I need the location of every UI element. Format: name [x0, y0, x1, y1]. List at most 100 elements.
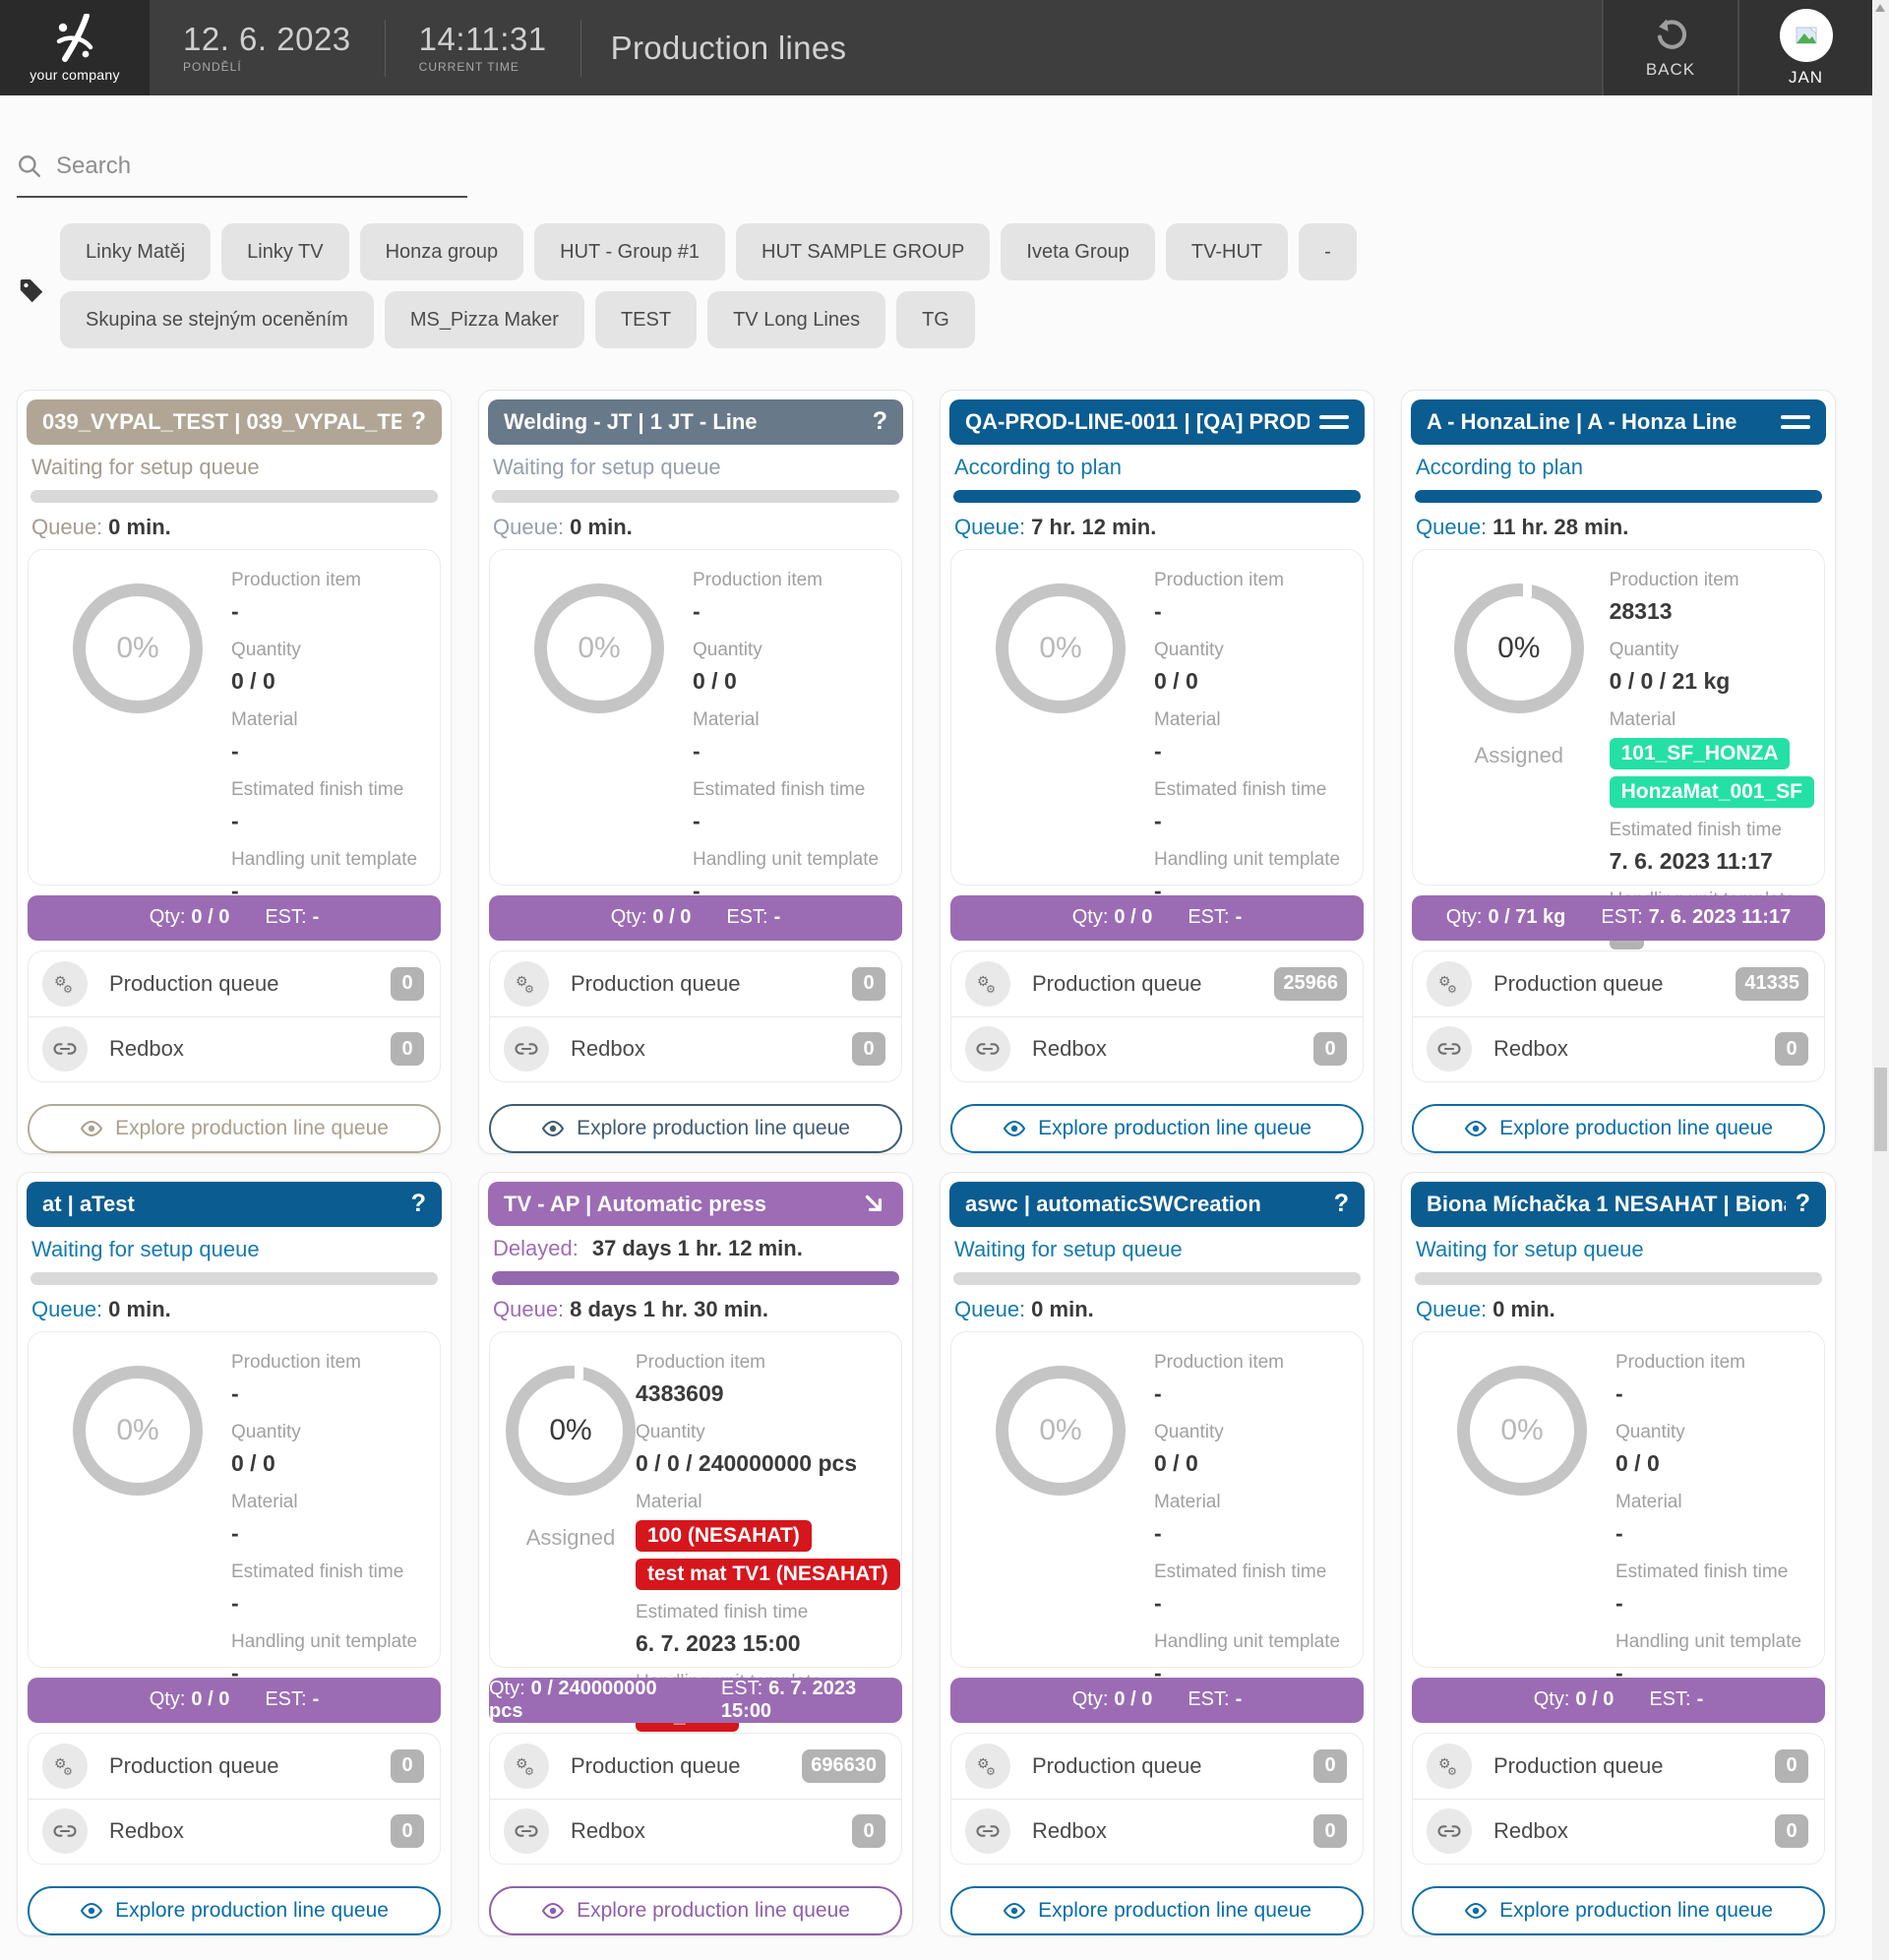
field-value: 0 / 0: [693, 668, 891, 695]
explore-queue-button[interactable]: Explore production line queue: [28, 1886, 441, 1935]
queue-row-production-queue[interactable]: ⚙⚙Production queue696630: [490, 1734, 901, 1799]
queue-time-line: Queue:11 hr. 28 min.: [1416, 515, 1821, 540]
card-header[interactable]: 039_VYPAL_TEST | 039_VYPAL_TEST?: [27, 399, 442, 445]
menu-icon[interactable]: [1319, 415, 1349, 429]
queue-row-redbox[interactable]: Redbox0: [951, 1016, 1363, 1081]
tag-chip[interactable]: TEST: [595, 291, 697, 348]
tag-chip[interactable]: TV Long Lines: [707, 291, 885, 348]
tag-chip[interactable]: HUT - Group #1: [534, 223, 725, 280]
field-label: Production item: [1610, 570, 1814, 591]
tag-chip[interactable]: TV-HUT: [1166, 223, 1288, 280]
field-value: -: [231, 1520, 430, 1547]
status-label: Waiting for setup queue: [1416, 1237, 1644, 1262]
queue-row-redbox[interactable]: Redbox0: [951, 1799, 1363, 1864]
field-label: Estimated finish time: [1154, 779, 1353, 801]
card-title: QA-PROD-LINE-0011 | [QA] PROD. LINE ...: [965, 409, 1310, 435]
scrollbar-up-arrow[interactable]: [1875, 4, 1885, 12]
help-icon[interactable]: ?: [873, 407, 887, 436]
tag-chip[interactable]: Skupina se stejným oceněním: [60, 291, 374, 348]
eye-icon: [1003, 1117, 1026, 1140]
menu-icon[interactable]: [1781, 415, 1810, 429]
queue-row-redbox[interactable]: Redbox0: [29, 1799, 440, 1864]
vertical-scrollbar[interactable]: [1872, 0, 1889, 1960]
field-estimated-finish: Estimated finish time-: [1154, 1562, 1353, 1631]
card-header[interactable]: aswc | automaticSWCreation?: [949, 1182, 1365, 1227]
tag-chip[interactable]: MS_Pizza Maker: [385, 291, 584, 348]
tag-chip[interactable]: Linky Matěj: [60, 223, 211, 280]
explore-queue-button[interactable]: Explore production line queue: [28, 1104, 441, 1153]
queue-row-production-queue[interactable]: ⚙⚙Production queue0: [490, 951, 901, 1016]
svg-text:⚙: ⚙: [63, 1766, 73, 1778]
user-menu[interactable]: JAN: [1737, 0, 1872, 95]
card-header[interactable]: Biona Míchačka 1 NESAHAT | Biona - Míc..…: [1411, 1182, 1826, 1227]
queue-row-redbox[interactable]: Redbox0: [490, 1016, 901, 1081]
help-icon[interactable]: ?: [411, 1190, 426, 1218]
queue-row-label: Redbox: [571, 1036, 830, 1062]
time-block: 14:11:31 CURRENT TIME: [386, 0, 580, 95]
explore-queue-label: Explore production line queue: [115, 1117, 389, 1140]
tag-chip[interactable]: TG: [896, 291, 975, 348]
redbox-icon-circle: [42, 1808, 88, 1854]
back-label: BACK: [1646, 60, 1695, 80]
production-line-card: Welding - JT | 1 JT - Line?Waiting for s…: [478, 390, 913, 1154]
explore-queue-button[interactable]: Explore production line queue: [489, 1886, 902, 1935]
card-header[interactable]: Welding - JT | 1 JT - Line?: [488, 399, 903, 445]
field-value: 0 / 0: [1154, 1450, 1353, 1477]
search-input[interactable]: [56, 153, 430, 180]
production-line-card: TV - AP | Automatic pressDelayed:37 days…: [478, 1172, 913, 1936]
explore-queue-button[interactable]: Explore production line queue: [1412, 1886, 1825, 1935]
queue-row-production-queue[interactable]: ⚙⚙Production queue0: [951, 1734, 1363, 1799]
tag-chip[interactable]: Iveta Group: [1001, 223, 1155, 280]
help-icon[interactable]: ?: [1796, 1190, 1810, 1218]
redbox-icon-circle: [504, 1808, 549, 1854]
back-button[interactable]: BACK: [1602, 0, 1737, 95]
queue-row-production-queue[interactable]: ⚙⚙Production queue0: [29, 951, 440, 1016]
gauge-percent: 0%: [549, 1414, 591, 1447]
production-queue-icon-circle: ⚙⚙: [504, 961, 549, 1007]
help-icon[interactable]: ?: [1334, 1190, 1349, 1218]
avatar: [1780, 9, 1833, 62]
scrollbar-thumb[interactable]: [1874, 1068, 1887, 1151]
qty-summary-value: 0 / 0: [191, 1688, 229, 1710]
tag-chip[interactable]: -: [1299, 223, 1357, 280]
production-queue-icon-circle: ⚙⚙: [42, 1744, 88, 1789]
material-badge: test mat TV1 (NESAHAT): [636, 1559, 900, 1590]
queue-row-production-queue[interactable]: ⚙⚙Production queue0: [29, 1734, 440, 1799]
tag-icon-box: [17, 233, 46, 348]
progress-gauge: 0%: [73, 1366, 203, 1496]
field-estimated-finish: Estimated finish time-: [231, 779, 430, 849]
link-icon: [51, 1817, 79, 1845]
explore-queue-button[interactable]: Explore production line queue: [950, 1886, 1364, 1935]
queue-row-redbox[interactable]: Redbox0: [29, 1016, 440, 1081]
explore-queue-button[interactable]: Explore production line queue: [1412, 1104, 1825, 1153]
queue-row-redbox[interactable]: Redbox0: [490, 1799, 901, 1864]
queue-row-production-queue[interactable]: ⚙⚙Production queue25966: [951, 951, 1363, 1016]
card-header[interactable]: A - HonzaLine | A - Honza Line: [1411, 399, 1826, 445]
explore-queue-button[interactable]: Explore production line queue: [950, 1104, 1364, 1153]
card-header[interactable]: TV - AP | Automatic press: [488, 1182, 903, 1226]
qty-summary-value: 0 / 0: [1114, 1688, 1152, 1710]
svg-text:⚙: ⚙: [1447, 984, 1457, 996]
tag-filter-row: Linky MatějLinky TVHonza groupHUT - Grou…: [17, 223, 1512, 348]
queue-label: Queue:: [31, 1297, 102, 1321]
card-header[interactable]: at | aTest?: [27, 1182, 442, 1227]
fields-column: Production item4383609Quantity0 / 0 / 24…: [636, 1352, 900, 1657]
qty-summary: Qty:0 / 240000000 pcs: [489, 1678, 686, 1723]
tag-chip[interactable]: Linky TV: [221, 223, 348, 280]
queue-row-redbox[interactable]: Redbox0: [1413, 1799, 1824, 1864]
help-icon[interactable]: ?: [411, 407, 426, 436]
queue-row-production-queue[interactable]: ⚙⚙Production queue41335: [1413, 951, 1824, 1016]
queue-row-redbox[interactable]: Redbox0: [1413, 1016, 1824, 1081]
est-summary-value: -: [774, 906, 781, 928]
card-title: 039_VYPAL_TEST | 039_VYPAL_TEST: [42, 409, 401, 435]
field-label: Estimated finish time: [693, 779, 891, 801]
card-header[interactable]: QA-PROD-LINE-0011 | [QA] PROD. LINE ...: [949, 399, 1365, 445]
queue-row-label: Redbox: [1032, 1036, 1292, 1062]
queue-row-production-queue[interactable]: ⚙⚙Production queue0: [1413, 1734, 1824, 1799]
tag-chip[interactable]: Honza group: [360, 223, 524, 280]
explore-queue-button[interactable]: Explore production line queue: [489, 1104, 902, 1153]
field-value: 0 / 0: [1154, 668, 1353, 695]
field-label: Material: [693, 709, 891, 731]
status-progress-bar: [30, 1272, 438, 1286]
tag-chip[interactable]: HUT SAMPLE GROUP: [736, 223, 990, 280]
